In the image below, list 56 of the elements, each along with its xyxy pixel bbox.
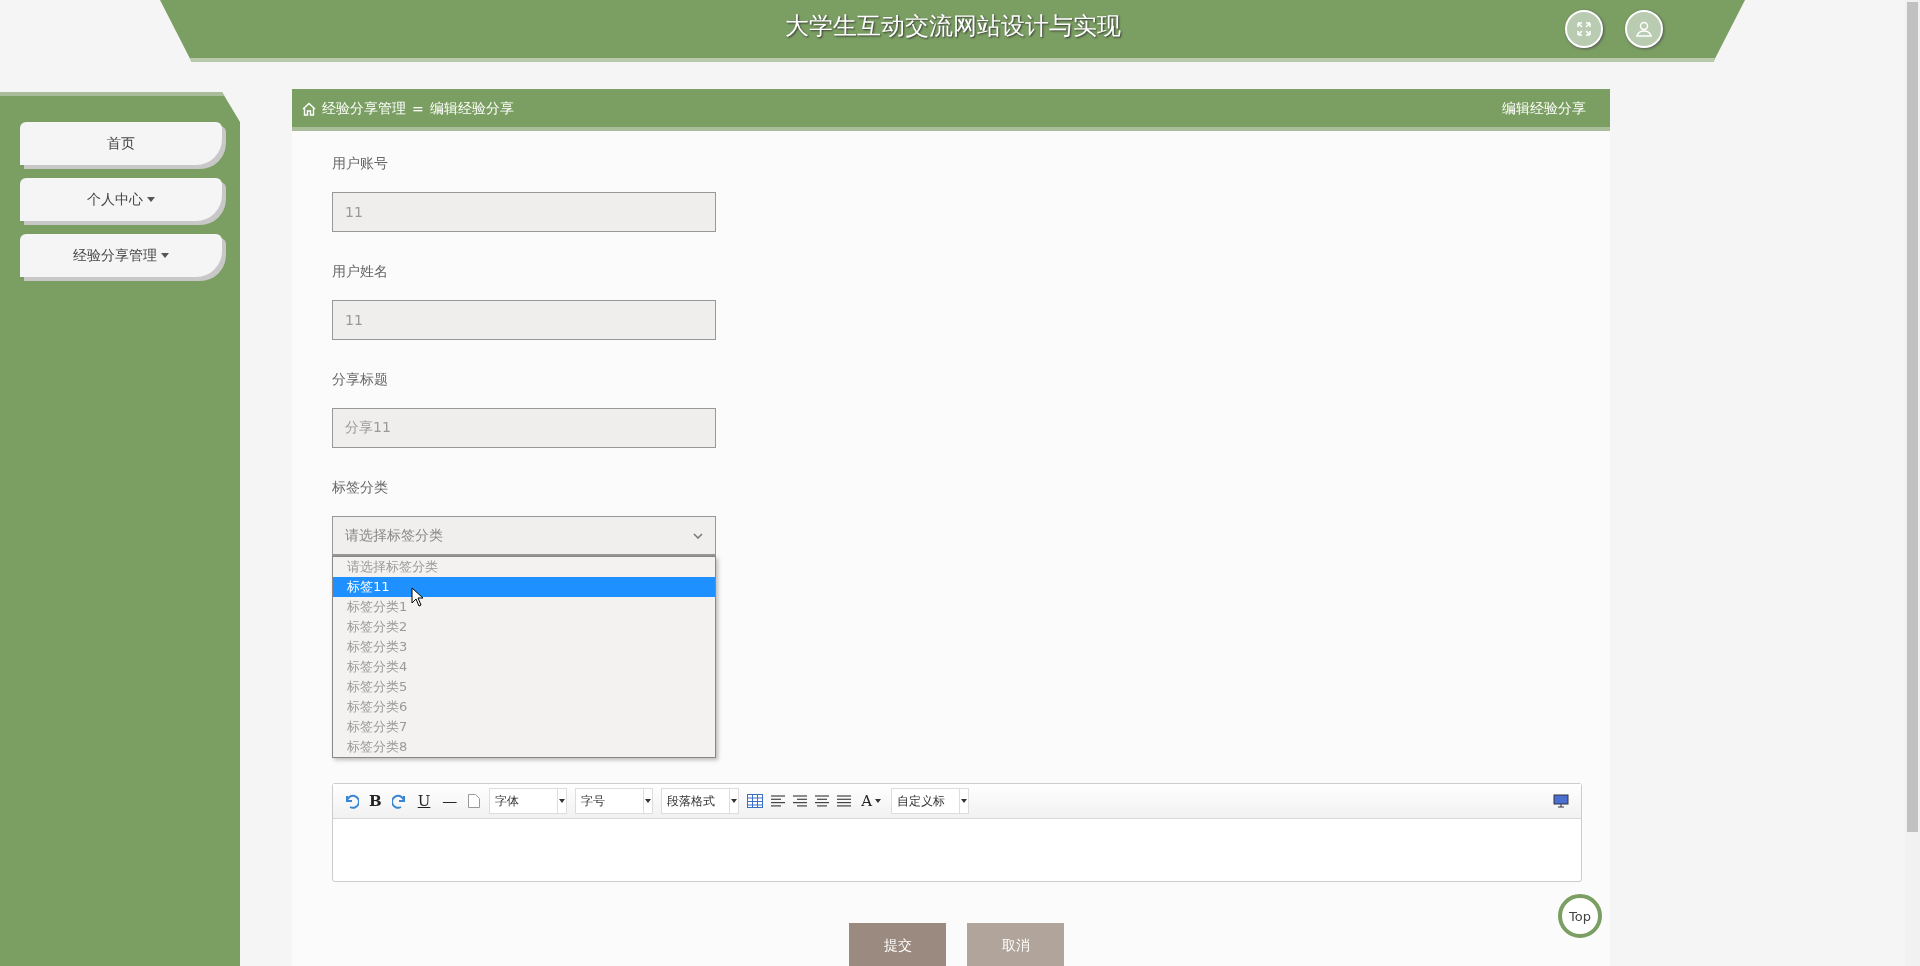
toolbar-dropdown[interactable]: 字体 (489, 788, 568, 814)
field-label: 分享标题 (332, 370, 388, 389)
monitor-icon[interactable] (1553, 794, 1569, 808)
align-justify-icon[interactable] (837, 795, 852, 807)
mouse-cursor-icon (411, 587, 425, 607)
caret-icon (161, 253, 169, 258)
align-right-icon[interactable] (793, 795, 808, 807)
align-left-icon[interactable] (771, 795, 786, 807)
dropdown-option[interactable]: 标签11 (333, 577, 715, 597)
horizontal-rule-button[interactable]: — (440, 792, 460, 810)
fullscreen-button[interactable] (1565, 10, 1603, 48)
toolbar-dropdown[interactable]: 自定义标 (891, 788, 970, 814)
user-button[interactable] (1625, 10, 1663, 48)
dropdown-option[interactable]: 标签分类5 (333, 677, 715, 697)
toolbar-dropdown[interactable]: 段落格式 (661, 788, 740, 814)
scrollbar-thumb[interactable] (1907, 2, 1918, 832)
underline-button[interactable]: U (415, 792, 433, 810)
dropdown-option[interactable]: 请选择标签分类 (333, 557, 715, 577)
page-icon[interactable] (467, 793, 482, 809)
font-color-button[interactable]: A (859, 792, 884, 810)
breadcrumb-item: 编辑经验分享 (429, 100, 514, 118)
dropdown-option[interactable]: 标签分类4 (333, 657, 715, 677)
caret-icon (875, 799, 882, 803)
field-label: 用户姓名 (332, 262, 388, 281)
align-center-icon[interactable] (815, 795, 830, 807)
dropdown-option[interactable]: 标签分类1 (333, 597, 715, 617)
caret-icon (559, 799, 566, 803)
dropdown-option[interactable]: 标签分类2 (333, 617, 715, 637)
field-label: 用户账号 (332, 154, 388, 173)
expand-icon (1576, 21, 1592, 37)
bold-button[interactable]: B (367, 792, 384, 810)
caret-icon (147, 197, 155, 202)
toolbar-dropdown[interactable]: 字号 (575, 788, 654, 814)
dropdown-option[interactable]: 标签分类3 (333, 637, 715, 657)
chevron-down-icon (693, 532, 703, 539)
caret-icon (645, 799, 652, 803)
page-title: 编辑经验分享 (1502, 100, 1586, 118)
cancel-button[interactable]: 取消 (967, 923, 1064, 966)
select-field[interactable]: 请选择标签分类 (332, 516, 716, 556)
redo-icon[interactable] (391, 793, 408, 809)
breadcrumb-item[interactable]: 经验分享管理 (322, 100, 406, 118)
dropdown-option[interactable]: 标签分类6 (333, 697, 715, 717)
back-to-top-button[interactable]: Top (1558, 894, 1602, 938)
user-icon (1635, 20, 1653, 38)
home-icon (302, 102, 316, 116)
submit-button[interactable]: 提交 (849, 923, 946, 966)
field-label: 标签分类 (332, 478, 388, 497)
breadcrumb-separator: = (412, 101, 424, 117)
dropdown-option[interactable]: 标签分类8 (333, 737, 715, 757)
site-title: 大学生互动交流网站设计与实现 (784, 11, 1121, 42)
caret-icon (961, 799, 968, 803)
dropdown-option[interactable]: 标签分类7 (333, 717, 715, 737)
scrollbar[interactable] (1905, 0, 1920, 966)
undo-icon[interactable] (343, 793, 359, 809)
caret-icon (731, 799, 738, 803)
table-icon[interactable] (747, 794, 764, 808)
